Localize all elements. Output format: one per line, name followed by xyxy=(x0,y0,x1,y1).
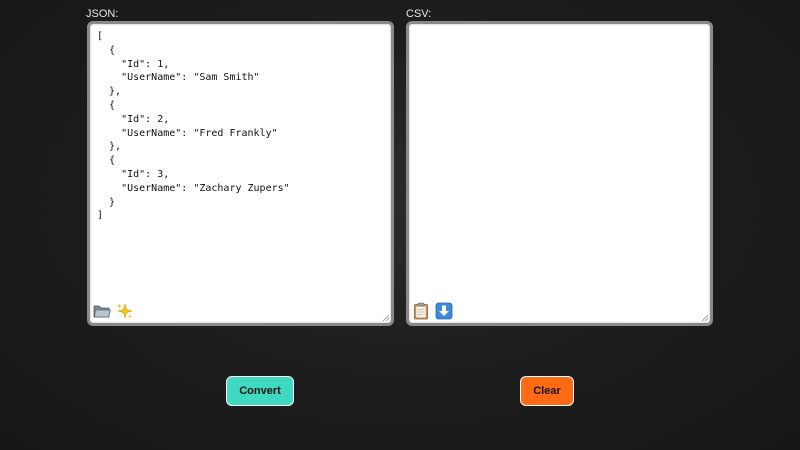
resize-grip-icon[interactable] xyxy=(382,314,390,322)
clipboard-icon[interactable] xyxy=(411,301,431,321)
json-label: JSON: xyxy=(86,8,119,20)
clear-button[interactable]: Clear xyxy=(520,376,574,406)
convert-button[interactable]: Convert xyxy=(226,376,294,406)
csv-toolbar xyxy=(411,301,454,321)
json-toolbar xyxy=(92,301,135,321)
folder-open-icon[interactable] xyxy=(92,301,112,321)
csv-textarea[interactable] xyxy=(409,24,710,323)
json-editor: [ { "Id": 1, "UserName": "Sam Smith" }, … xyxy=(87,21,394,326)
csv-label: CSV: xyxy=(406,8,432,20)
json-textarea[interactable]: [ { "Id": 1, "UserName": "Sam Smith" }, … xyxy=(90,24,391,323)
sparkles-icon[interactable] xyxy=(115,301,135,321)
resize-grip-icon[interactable] xyxy=(701,314,709,322)
download-arrow-icon[interactable] xyxy=(434,301,454,321)
csv-editor xyxy=(406,21,713,326)
